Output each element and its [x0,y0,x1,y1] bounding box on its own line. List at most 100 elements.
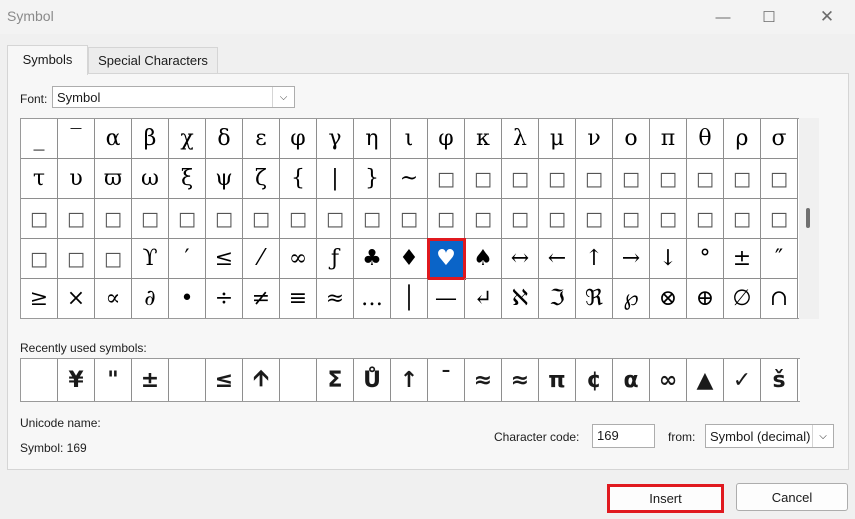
symbol-cell[interactable]: φ [428,119,465,159]
symbol-cell[interactable]: ψ [206,159,243,199]
recent-symbol-cell[interactable]: ≈ [502,359,539,401]
maximize-icon[interactable]: ☐ [746,0,792,34]
symbol-cell[interactable]: ≈ [317,279,354,318]
symbol-cell[interactable]: □ [428,159,465,199]
symbol-cell[interactable]: ν [576,119,613,159]
symbol-cell[interactable]: ~ [391,159,428,199]
recent-symbol-cell[interactable] [280,359,317,401]
symbol-cell[interactable]: ℑ [539,279,576,318]
recent-symbol-cell[interactable]: α [613,359,650,401]
symbol-cell[interactable]: ↔ [502,239,539,279]
recent-symbol-cell[interactable]: " [95,359,132,401]
symbol-cell[interactable]: ϖ [95,159,132,199]
recent-symbol-cell[interactable]: ↑ [391,359,428,401]
symbol-cell[interactable]: ω [132,159,169,199]
recent-symbol-cell[interactable]: ± [132,359,169,401]
symbol-cell[interactable]: ≠ [243,279,280,318]
symbol-cell[interactable]: ζ [243,159,280,199]
symbol-cell[interactable]: □ [95,239,132,279]
recent-symbol-cell[interactable]: ≈ [465,359,502,401]
symbol-cell[interactable]: □ [58,199,95,239]
symbol-cell[interactable]: □ [761,159,798,199]
tab-special-characters[interactable]: Special Characters [88,47,218,74]
symbol-cell[interactable]: □ [539,159,576,199]
symbol-cell[interactable]: } [354,159,391,199]
symbol-cell[interactable]: ∅ [724,279,761,318]
symbol-cell[interactable]: δ [206,119,243,159]
cancel-button[interactable]: Cancel [736,483,848,511]
symbol-cell[interactable]: • [169,279,206,318]
symbol-cell[interactable]: □ [687,159,724,199]
symbol-cell[interactable]: σ [761,119,798,159]
symbol-cell[interactable]: λ [502,119,539,159]
recent-symbol-cell[interactable] [21,359,58,401]
symbol-cell[interactable]: ° [687,239,724,279]
symbol-cell[interactable]: ξ [169,159,206,199]
symbol-cell[interactable]: ‾ [58,119,95,159]
recent-symbol-cell[interactable]: ¥ [58,359,95,401]
symbol-cell[interactable]: □ [21,199,58,239]
symbol-cell[interactable]: × [58,279,95,318]
symbol-cell[interactable]: ∞ [280,239,317,279]
symbol-cell[interactable]: … [354,279,391,318]
recent-symbol-cell[interactable]: Σ [317,359,354,401]
symbol-cell[interactable]: □ [206,199,243,239]
symbol-cell[interactable]: τ [21,159,58,199]
recent-symbol-cell[interactable]: ▲ [687,359,724,401]
symbol-cell[interactable]: α [95,119,132,159]
symbol-cell[interactable]: ϒ [132,239,169,279]
symbol-cell[interactable]: ∩ [761,279,798,318]
symbol-cell[interactable]: → [613,239,650,279]
from-dropdown[interactable]: Symbol (decimal) ⌵ [705,424,834,448]
symbol-cell[interactable]: ⊕ [687,279,724,318]
symbol-cell[interactable]: β [132,119,169,159]
recent-symbols[interactable]: ¥ " ± ≤ 🡩 Σ Ů ↑ ¯ ≈ ≈ π ¢ α ∞ ▲ ✓ š [20,358,800,402]
recent-symbol-cell[interactable]: š [761,359,798,401]
symbol-cell[interactable]: ± [724,239,761,279]
symbol-cell[interactable]: │ [391,279,428,318]
symbol-cell[interactable]: □ [539,199,576,239]
close-icon[interactable]: ✕ [804,0,850,34]
symbol-cell[interactable]: □ [428,199,465,239]
symbol-cell[interactable]: ℵ [502,279,539,318]
symbol-cell[interactable]: ο [613,119,650,159]
symbol-cell[interactable]: □ [280,199,317,239]
symbol-cell[interactable]: π [650,119,687,159]
symbol-grid[interactable]: _ ‾ α β χ δ ε φ γ η ι φ κ λ μ ν ο π θ ρ σ τ υ ϖ ω ξ ψ ζ{|} ~ □ □ □ □ □ □ □ □… [20,118,799,319]
symbol-cell[interactable]: □ [243,199,280,239]
symbol-cell[interactable]: _ [21,119,58,159]
chevron-down-icon[interactable]: ⌵ [812,425,833,447]
symbol-cell[interactable]: □ [650,159,687,199]
symbol-cell[interactable]: η [354,119,391,159]
recent-symbol-cell[interactable] [169,359,206,401]
symbol-cell[interactable]: θ [687,119,724,159]
symbol-cell[interactable]: ′ [169,239,206,279]
symbol-cell[interactable]: κ [465,119,502,159]
scrollbar-thumb[interactable] [806,208,810,228]
tab-symbols[interactable]: Symbols [7,45,88,75]
symbol-cell[interactable]: ← [539,239,576,279]
symbol-cell[interactable]: ⊗ [650,279,687,318]
symbol-cell[interactable]: ♠ [465,239,502,279]
character-code-input[interactable]: 169 [592,424,655,448]
symbol-cell[interactable]: ℘ [613,279,650,318]
symbol-cell[interactable]: □ [132,199,169,239]
symbol-cell[interactable]: ♥ [427,238,466,280]
symbol-cell[interactable]: μ [539,119,576,159]
symbol-cell[interactable]: □ [613,159,650,199]
symbol-cell[interactable]: υ [58,159,95,199]
symbol-cell[interactable]: □ [317,199,354,239]
insert-button[interactable]: Insert [607,484,724,513]
recent-symbol-cell[interactable]: 🡩 [243,359,280,401]
symbol-cell[interactable]: □ [502,199,539,239]
symbol-cell[interactable]: ρ [724,119,761,159]
symbol-cell[interactable]: □ [58,239,95,279]
symbol-cell[interactable]: □ [502,159,539,199]
recent-symbol-cell[interactable]: ≤ [206,359,243,401]
symbol-cell[interactable]: — [428,279,465,318]
recent-symbol-cell[interactable]: ∞ [650,359,687,401]
symbol-cell[interactable]: ƒ [317,239,354,279]
recent-symbol-cell[interactable]: ✓ [724,359,761,401]
recent-symbol-cell[interactable]: π [539,359,576,401]
symbol-cell[interactable]: ι [391,119,428,159]
